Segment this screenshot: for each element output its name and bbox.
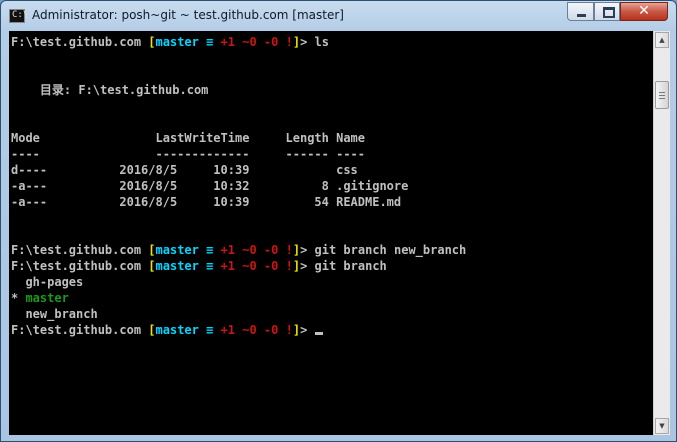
prompt-modified: ~0 [235,243,257,257]
vertical-scrollbar[interactable]: ▲ ▼ [653,31,670,435]
scrollbar-thumb[interactable] [655,81,669,109]
prompt-modified: ~0 [235,323,257,337]
console-output[interactable]: F:\test.github.com [master ≡ +1 ~0 -0 !]… [9,31,653,435]
prompt-suffix: > [300,243,315,257]
prompt-bracket-open: [ [148,323,156,337]
prompt-branch: master [155,35,199,49]
prompt-conflict: ! [278,243,293,257]
text-cursor [314,332,323,335]
console-app-icon[interactable]: C:\ [9,9,28,23]
grip-line [659,92,665,93]
prompt-bracket-close: ] [292,259,301,273]
prompt-line: F:\test.github.com [master ≡ +1 ~0 -0 !]… [11,34,329,50]
prompt-added: +1 [220,35,236,49]
prompt-added: +1 [220,323,236,337]
prompt-path: F:\test.github.com [11,259,149,273]
column-header: Mode LastWriteTime Length Name [11,131,366,145]
prompt-branch: master [155,259,199,273]
prompt-line: F:\test.github.com [master ≡ +1 ~0 -0 !]… [11,242,466,258]
directory-header: 目录: F:\test.github.com [11,83,209,97]
prompt-conflict: ! [278,259,293,273]
prompt-added: +1 [220,243,236,257]
close-button[interactable]: ✕ [620,2,668,21]
command-text: git branch new_branch [314,243,467,257]
prompt-bracket-close: ] [292,243,301,257]
prompt-sync-status: ≡ [198,243,221,257]
prompt-path: F:\test.github.com [11,323,149,337]
prompt-added: +1 [220,259,236,273]
scroll-up-button[interactable]: ▲ [655,32,669,48]
close-icon: ✕ [638,3,650,19]
prompt-conflict: ! [278,323,293,337]
scroll-down-button[interactable]: ▼ [655,418,669,434]
prompt-sync-status: ≡ [198,323,221,337]
prompt-modified: ~0 [235,259,257,273]
prompt-sync-status: ≡ [198,259,221,273]
branch-list-item-current: * master [11,290,69,306]
prompt-suffix: > [300,35,315,49]
prompt-sync-status: ≡ [198,35,221,49]
file-row: -a--- 2016/8/5 10:32 8 .gitignore [11,179,409,193]
prompt-deleted: -0 [256,35,279,49]
prompt-bracket-open: [ [148,243,156,257]
grip-line [659,98,665,99]
file-row: d---- 2016/8/5 10:39 css [11,163,358,177]
prompt-modified: ~0 [235,35,257,49]
window-title: Administrator: posh~git ~ test.github.co… [32,8,344,22]
minimize-icon [568,3,593,20]
prompt-deleted: -0 [256,259,279,273]
active-prompt-line[interactable]: F:\test.github.com [master ≡ +1 ~0 -0 !]… [11,322,323,338]
file-row: -a--- 2016/8/5 10:39 54 README.md [11,195,402,209]
prompt-path: F:\test.github.com [11,35,149,49]
prompt-path: F:\test.github.com [11,243,149,257]
prompt-suffix: > [300,259,315,273]
prompt-deleted: -0 [256,323,279,337]
command-text: git branch [314,259,387,273]
branch-list-item: new_branch [11,307,98,321]
prompt-bracket-close: ] [292,35,301,49]
prompt-branch: master [155,243,199,257]
arrow-down-icon: ▼ [659,422,665,430]
current-branch-name: master [25,291,69,305]
minimize-button[interactable] [567,2,594,21]
title-bar[interactable]: C:\ Administrator: posh~git ~ test.githu… [1,1,676,31]
prompt-deleted: -0 [256,243,279,257]
column-rule: ---- ------------- ------ ---- [11,147,366,161]
maximize-icon [595,3,619,20]
prompt-suffix: > [300,323,315,337]
grip-line [659,95,665,96]
prompt-bracket-open: [ [148,35,156,49]
prompt-line: F:\test.github.com [master ≡ +1 ~0 -0 !]… [11,258,387,274]
current-branch-marker: * [11,291,26,305]
console-window: C:\ Administrator: posh~git ~ test.githu… [0,0,677,442]
prompt-conflict: ! [278,35,293,49]
command-text: ls [314,35,329,49]
maximize-button[interactable] [594,2,620,21]
prompt-bracket-open: [ [148,259,156,273]
branch-list-item: gh-pages [11,275,84,289]
prompt-bracket-close: ] [292,323,301,337]
prompt-branch: master [155,323,199,337]
arrow-up-icon: ▲ [659,36,665,44]
